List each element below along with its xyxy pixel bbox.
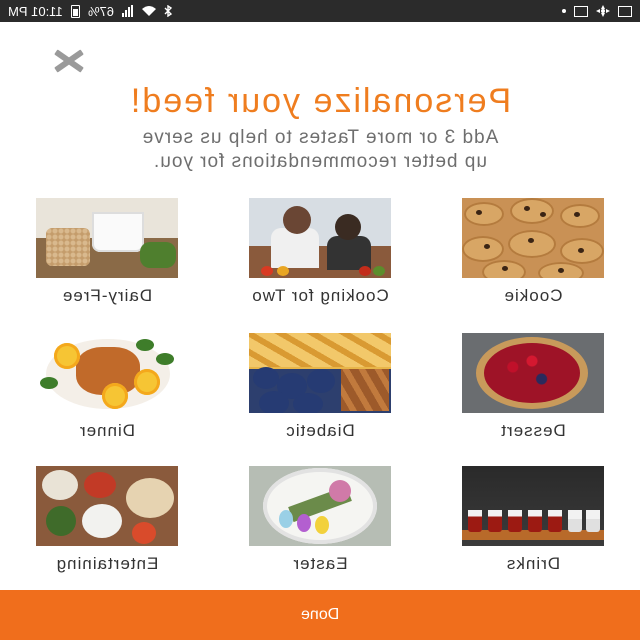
done-button[interactable]: Done bbox=[0, 590, 640, 640]
dinner-image bbox=[36, 333, 178, 413]
notification-dot-icon bbox=[562, 9, 566, 13]
taste-label-dinner: Dinner bbox=[78, 421, 136, 440]
close-icon[interactable] bbox=[48, 46, 90, 76]
cooking-for-two-image bbox=[249, 198, 391, 278]
wifi-icon bbox=[141, 5, 156, 17]
mail-icon bbox=[618, 5, 632, 17]
status-bar-left: 11:01 PM 67% bbox=[8, 4, 177, 19]
image-notification-icon bbox=[574, 5, 588, 17]
battery-percent: 67% bbox=[87, 3, 114, 19]
signal-icon bbox=[121, 5, 133, 17]
status-time: 11:01 PM bbox=[8, 3, 63, 19]
bluetooth-icon bbox=[163, 4, 177, 18]
drinks-image bbox=[462, 466, 604, 546]
taste-tile-dinner[interactable]: Dinner bbox=[36, 333, 178, 441]
easter-image bbox=[249, 466, 391, 546]
status-bar-right bbox=[562, 5, 632, 17]
taste-tile-diabetic[interactable]: Diabetic bbox=[249, 333, 391, 441]
taste-label-easter: Easter bbox=[292, 554, 348, 573]
cookie-image bbox=[462, 198, 604, 278]
dairy-free-image bbox=[36, 198, 178, 278]
taste-label-entertaining: Entertaining bbox=[55, 554, 159, 573]
taste-tile-easter[interactable]: Easter bbox=[249, 466, 391, 574]
taste-label-drinks: Drinks bbox=[505, 554, 561, 573]
fan-icon bbox=[596, 5, 610, 17]
taste-tile-drinks[interactable]: Drinks bbox=[462, 466, 604, 574]
subtitle-line-1: Add 3 or more Tastes to help us serve bbox=[141, 127, 499, 148]
taste-label-dairy-free: Dairy-Free bbox=[61, 286, 153, 305]
taste-label-dessert: Dessert bbox=[500, 421, 566, 440]
done-label: Done bbox=[300, 606, 340, 623]
subtitle-line-2: up better recommendations for you. bbox=[153, 151, 487, 172]
dessert-image bbox=[462, 333, 604, 413]
battery-icon bbox=[70, 4, 80, 18]
page-subtitle: Add 3 or more Tastes to help us serve up… bbox=[0, 126, 640, 174]
taste-tile-cookie[interactable]: Cookie bbox=[462, 198, 604, 306]
taste-tile-cooking-for-two[interactable]: Cooking for Two bbox=[249, 198, 391, 306]
taste-label-diabetic: Diabetic bbox=[285, 421, 355, 440]
taste-tile-dairy-free[interactable]: Dairy-Free bbox=[36, 198, 178, 306]
taste-label-cooking-for-two: Cooking for Two bbox=[251, 286, 389, 305]
diabetic-image bbox=[249, 333, 391, 413]
taste-tile-dessert[interactable]: Dessert bbox=[462, 333, 604, 441]
entertaining-image bbox=[36, 466, 178, 546]
taste-tile-entertaining[interactable]: Entertaining bbox=[36, 466, 178, 574]
taste-label-cookie: Cookie bbox=[503, 286, 563, 305]
page-title: Personalize your feed! bbox=[128, 82, 512, 120]
status-bar: 11:01 PM 67% bbox=[0, 0, 640, 22]
